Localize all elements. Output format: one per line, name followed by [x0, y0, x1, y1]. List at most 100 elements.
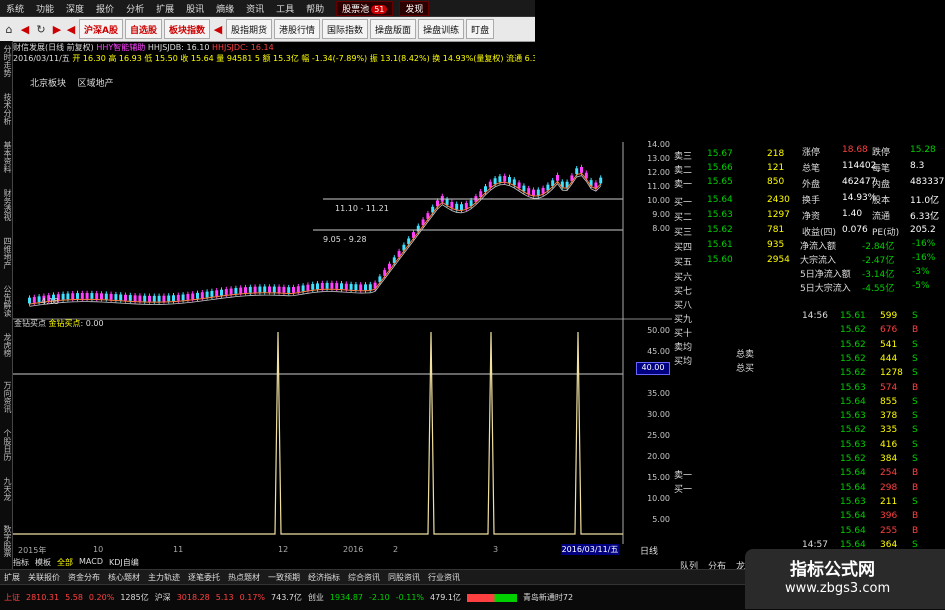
left-tab-7[interactable]: 万向资讯	[0, 381, 12, 413]
prev-page-arrow-icon[interactable]: ◀	[64, 20, 78, 38]
toolbar-btn-index-futures[interactable]: 股指期货	[226, 19, 273, 39]
menu-item-0[interactable]: 系统	[0, 2, 30, 15]
func-tab-10[interactable]: 同股资讯	[384, 572, 424, 583]
left-tab-8[interactable]: 个股日历	[0, 429, 12, 461]
menu-item-3[interactable]: 报价	[90, 2, 120, 15]
left-tab-6[interactable]: 龙虎榜	[0, 333, 12, 357]
menu-item-4[interactable]: 分析	[120, 2, 150, 15]
left-tab-0[interactable]: 分时走势	[0, 45, 12, 77]
order-book-extra-label: 买九	[674, 315, 693, 325]
func-tab-6[interactable]: 热点题材	[224, 572, 264, 583]
tab-template[interactable]: 模板	[35, 557, 51, 568]
func-tab-4[interactable]: 主力轨迹	[144, 572, 184, 583]
tab-macd[interactable]: MACD	[79, 557, 103, 568]
menu-item-7[interactable]: 熵缘	[210, 2, 240, 15]
candle-body	[210, 290, 214, 297]
tick-price: 15.62	[840, 454, 866, 464]
left-tab-3[interactable]: 财务透视	[0, 189, 12, 221]
menu-item-9[interactable]: 工具	[270, 2, 300, 15]
candle-body	[493, 178, 497, 185]
candle-body	[503, 175, 507, 182]
left-tab-9[interactable]: 九天龙	[0, 477, 12, 501]
menu-item-8[interactable]: 资讯	[240, 2, 270, 15]
candle-body	[532, 189, 535, 196]
candle-body	[541, 187, 545, 194]
candle-body	[292, 287, 295, 293]
func-tab-8[interactable]: 经济指标	[304, 572, 344, 583]
price-scale-label: 8.00	[652, 224, 670, 233]
toolbar-btn-sector-index[interactable]: 板块指数	[163, 19, 210, 39]
func-tab-0[interactable]: 扩展	[0, 572, 24, 583]
buy-level-label: 买四	[674, 243, 693, 253]
sh-index-amount: 1285亿	[120, 593, 149, 602]
left-tab-4[interactable]: 四维地产	[0, 237, 12, 269]
tab-kdj[interactable]: KDJ自编	[109, 557, 139, 568]
candle-body	[316, 283, 319, 290]
menu-item-2[interactable]: 深度	[60, 2, 90, 15]
kline-chart[interactable]: 11.10 - 11.21 9.05 - 9.28 4.18	[13, 64, 673, 544]
menu-item-1[interactable]: 功能	[30, 2, 60, 15]
forward-arrow-icon[interactable]: ▶	[50, 20, 64, 38]
tick-price: 15.62	[840, 353, 866, 364]
toolbar-btn-watchlist[interactable]: 自选股	[124, 19, 162, 39]
toolbar-btn-trade-training[interactable]: 操盘训练	[418, 19, 465, 39]
tick-volume: 254	[880, 468, 898, 479]
hs-index-label[interactable]: 沪深	[155, 592, 171, 603]
toolbar-btn-watch[interactable]: 盯盘	[466, 19, 495, 39]
flow-label: 5日净流入额	[800, 270, 851, 280]
func-tab-1[interactable]: 关联报价	[24, 572, 64, 583]
candle-body	[517, 182, 521, 189]
sell-price: 15.65	[707, 177, 733, 187]
left-tab-5[interactable]: 公告解读	[0, 285, 12, 317]
tick-volume: 416	[880, 439, 898, 450]
tab-all[interactable]: 全部	[57, 557, 73, 568]
left-tab-1[interactable]: 技术分析	[0, 93, 12, 125]
func-tab-3[interactable]: 核心题材	[104, 572, 144, 583]
indicator-scale-label: 5.00	[652, 515, 670, 524]
quote-panel: 卖三 15.67 218 卖二 15.66 121 卖一 15.65 850 买一 15.64 243…	[672, 135, 945, 572]
tick-price: 15.64	[840, 525, 866, 536]
refresh-icon[interactable]: ↻	[32, 20, 50, 38]
left-tab-10[interactable]: 数字股票	[0, 525, 12, 557]
news-ticker[interactable]: 青岛新通时72	[523, 592, 573, 603]
tick-side: S	[912, 368, 918, 379]
menu-item-5[interactable]: 扩展	[150, 2, 180, 15]
price-mark-box: 40.00	[636, 362, 670, 375]
candle-body	[354, 284, 358, 291]
flow-label: 大宗流入	[800, 256, 837, 266]
tick-side: S	[912, 311, 918, 321]
sh-index-pct: 0.20%	[88, 593, 115, 602]
toolbar-btn-intl-index[interactable]: 国际指数	[322, 19, 369, 39]
home-icon[interactable]: ⌂	[0, 20, 18, 38]
discover-button[interactable]: 发现	[399, 0, 430, 16]
back-arrow-icon[interactable]: ◀	[18, 20, 32, 38]
func-tab-2[interactable]: 资金分布	[64, 572, 104, 583]
tick-price: 15.64	[840, 511, 866, 522]
candle-body	[186, 294, 190, 300]
stock-pool-button[interactable]: 股票池 51	[336, 0, 394, 16]
left-tab-2[interactable]: 基本资料	[0, 141, 12, 173]
sh-index-label[interactable]: 上证	[4, 592, 20, 603]
toolbar-btn-hk-quotes[interactable]: 港股行情	[274, 19, 321, 39]
candle-body	[522, 185, 526, 192]
toolbar-scroll-arrow-icon[interactable]: ◀	[211, 20, 225, 38]
price-scale: 14.0013.0012.0011.0010.009.008.007.006.0…	[640, 140, 672, 310]
func-tab-9[interactable]: 综合资讯	[344, 572, 384, 583]
menu-item-10[interactable]: 帮助	[300, 2, 330, 15]
tab-indicator[interactable]: 指标	[13, 557, 29, 568]
func-tab-5[interactable]: 逐笔委托	[184, 572, 224, 583]
toolbar-btn-trade-layout[interactable]: 操盘版面	[370, 19, 417, 39]
toolbar-btn-hushen-a[interactable]: 沪深A股	[79, 19, 123, 39]
indicator-name[interactable]: 金钻买点	[14, 319, 46, 328]
x-axis-label: 2	[393, 545, 399, 554]
candle-body	[234, 288, 238, 294]
func-tab-7[interactable]: 一致预期	[264, 572, 304, 583]
candle-body	[508, 177, 511, 183]
menu-item-6[interactable]: 股讯	[180, 2, 210, 15]
buy-volume: 2430	[767, 195, 790, 205]
stat-label: 股本	[872, 196, 891, 206]
period-button[interactable]: 日线	[640, 544, 658, 557]
func-tab-11[interactable]: 行业资讯	[424, 572, 464, 583]
candle-body	[224, 289, 228, 295]
cy-index-label[interactable]: 创业	[308, 592, 324, 603]
